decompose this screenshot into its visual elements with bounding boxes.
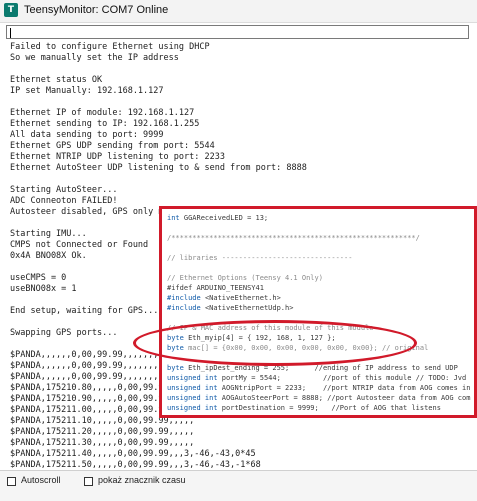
console-line: Failed to configure Ethernet using DHCP <box>10 42 210 52</box>
code-line: /***************************************… <box>167 234 420 243</box>
console-line: Starting IMU... <box>10 229 87 239</box>
code-line: unsigned int portMy = 5544; //port of th… <box>167 374 466 383</box>
window-title: TeensyMonitor: COM7 Online <box>24 4 169 16</box>
code-token: <NativeEthernet.h> <box>204 294 281 302</box>
text-caret <box>10 28 11 38</box>
autoscroll-checkbox[interactable] <box>7 477 16 486</box>
console-line: $PANDA,,,,,,0,00,99.99,,,,,,,*68 <box>10 372 174 382</box>
code-screenshot-overlay: int GGAReceivedLED = 13; /***************… <box>159 206 477 418</box>
console-line: Ethernet NTRIP UDP listening to port: 22… <box>10 152 225 162</box>
console-line: IP set Manually: 192.168.1.127 <box>10 86 164 96</box>
code-token: unsigned int <box>167 374 222 382</box>
code-token: portDestination = 9999; //Port of AOG th… <box>221 404 441 412</box>
code-token: AOGAutoSteerPort = 8888; //port Autostee… <box>221 394 471 402</box>
console-line: Starting AutoSteer... <box>10 185 118 195</box>
code-token: GGAReceivedLED = 13; <box>183 214 269 222</box>
console-line: Ethernet IP of module: 192.168.1.127 <box>10 108 195 118</box>
console-line: $PANDA,175211.20,,,,,0,00,99.99,,,,, <box>10 427 195 437</box>
code-token: int <box>167 214 184 222</box>
console-line: Ethernet sending to IP: 192.168.1.255 <box>10 119 200 129</box>
console-line: $PANDA,175211.50,,,,,0,00,99.99,,,3,-46,… <box>10 460 261 468</box>
console-line: So we manually set the IP address <box>10 53 179 63</box>
teensy-app-icon: T <box>4 3 18 17</box>
code-token: #ifdef ARDUINO_TEENSY41 <box>167 284 264 292</box>
timestamp-checkbox[interactable] <box>84 477 93 486</box>
highlight-ellipse-annotation <box>133 320 417 366</box>
console-line: Swapping GPS ports... <box>10 328 118 338</box>
code-line: unsigned int AOGAutoSteerPort = 8888; //… <box>167 394 470 403</box>
console-line: CMPS not Connected or Found <box>10 240 149 250</box>
code-token: #include <box>167 304 205 312</box>
console-line: useBNO08x = 1 <box>10 284 77 294</box>
console-line: ADC Conneoton FAILED! <box>10 196 118 206</box>
code-token: unsigned int <box>167 404 222 412</box>
code-token: portMy = 5544; //port of this module // … <box>221 374 467 382</box>
code-line: #include <NativeEthernet.h> <box>167 294 281 303</box>
status-bar: Autoscroll pokaż znacznik czasu <box>0 470 477 501</box>
console-line: $PANDA,175211.30,,,,,0,00,99.99,,,,, <box>10 438 195 448</box>
code-token: unsigned int <box>167 384 222 392</box>
send-input[interactable] <box>6 25 469 39</box>
code-line: #ifdef ARDUINO_TEENSY41 <box>167 284 264 293</box>
timestamp-label: pokaż znacznik czasu <box>98 475 186 485</box>
code-token: AOGNtripPort = 2233; //port NTRIP data f… <box>221 384 471 392</box>
console-line: Ethernet GPS UDP sending from port: 5544 <box>10 141 215 151</box>
code-token: #include <box>167 294 205 302</box>
code-token: Eth_ipDest_ending = 255; //ending of IP … <box>188 364 458 372</box>
console-line: $PANDA,175211.40,,,,,0,00,99.99,,,3,-46,… <box>10 449 256 459</box>
console-line: End setup, waiting for GPS... <box>10 306 159 316</box>
code-token: // libraries ---------------------------… <box>167 254 353 262</box>
code-line: unsigned int AOGNtripPort = 2233; //port… <box>167 384 470 393</box>
console-line: 0x4A BNO08X Ok. <box>10 251 87 261</box>
code-token: <NativeEthernetUdp.h> <box>204 304 294 312</box>
console-line: Ethernet AutoSteer UDP listening to & se… <box>10 163 307 173</box>
console-line: $PANDA,,,,,,0,00,99.99,,,,,,,*68 <box>10 361 174 371</box>
code-line: int GGAReceivedLED = 13; <box>167 214 268 223</box>
autoscroll-label: Autoscroll <box>21 475 61 485</box>
code-token: // Ethernet Options (Teensy 4.1 Only) <box>167 274 323 282</box>
code-token: unsigned int <box>167 394 222 402</box>
code-line: unsigned int portDestination = 9999; //P… <box>167 404 441 413</box>
console-line: Ethernet status OK <box>10 75 103 85</box>
code-token: byte <box>167 364 189 372</box>
send-row <box>0 23 477 41</box>
code-line: #include <NativeEthernetUdp.h> <box>167 304 293 313</box>
console-line: Autosteer disabled, GPS only mode <box>10 207 179 217</box>
code-token: /***************************************… <box>167 234 420 242</box>
console-line: All data sending to port: 9999 <box>10 130 164 140</box>
code-line: // libraries ---------------------------… <box>167 254 352 263</box>
title-bar: T TeensyMonitor: COM7 Online <box>0 0 477 23</box>
code-line: byte Eth_ipDest_ending = 255; //ending o… <box>167 364 458 373</box>
console-line: useCMPS = 0 <box>10 273 67 283</box>
code-line: // Ethernet Options (Teensy 4.1 Only) <box>167 274 323 283</box>
